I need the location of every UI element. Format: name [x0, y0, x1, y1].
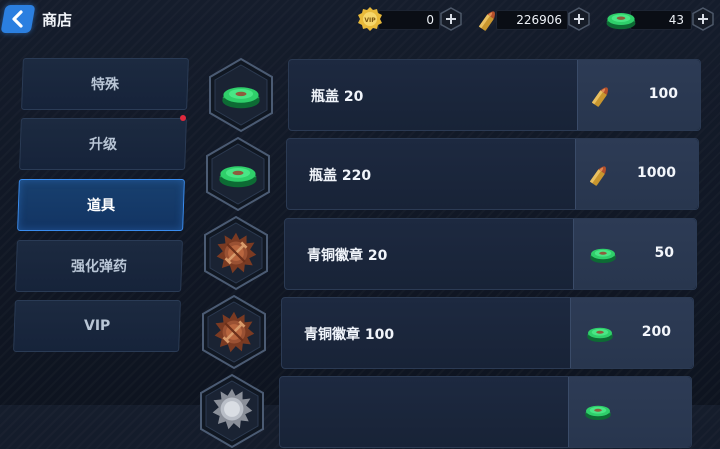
menu-item-label: 道具	[87, 198, 115, 214]
menu-item-label: VIP	[83, 318, 111, 334]
item-icon-frame	[198, 373, 266, 449]
menu-item-upgrade[interactable]: 升级	[19, 118, 187, 170]
plus-icon	[692, 7, 714, 31]
vip-coin-value: 0	[426, 13, 434, 27]
shop-item-row[interactable]: 瓶盖 20 100	[288, 59, 701, 131]
add-bullets-button[interactable]	[568, 7, 590, 31]
bottle-cap-icon	[588, 242, 618, 266]
price-button[interactable]	[568, 377, 691, 447]
item-price: 200	[641, 324, 671, 340]
shop-item-row[interactable]: 瓶盖 220 1000	[286, 138, 699, 210]
menu-item-label: 特殊	[91, 77, 119, 93]
bronze-badge-icon	[214, 231, 258, 275]
svg-text:VIP: VIP	[364, 17, 376, 24]
currency-vip-coin: VIP 0	[356, 6, 466, 32]
item-name: 瓶盖 220	[309, 168, 372, 184]
item-name: 瓶盖 20	[311, 89, 364, 105]
menu-item-items[interactable]: 道具	[17, 179, 185, 231]
menu-item-enhanced-ammo[interactable]: 强化弹药	[15, 240, 183, 292]
currency-bullets: 226906	[478, 6, 596, 32]
item-icon-frame	[202, 215, 270, 291]
bronze-badge-icon	[212, 310, 256, 354]
item-price: 1000	[637, 165, 676, 181]
currency-bottle-caps: 43	[604, 6, 720, 32]
shop-item-row[interactable]: 青铜徽章 20 50	[284, 218, 697, 290]
bottle-caps-value: 43	[668, 13, 684, 27]
item-icon-frame	[204, 136, 272, 212]
menu-item-special[interactable]: 特殊	[21, 58, 189, 110]
price-button[interactable]: 100	[577, 60, 700, 130]
bullets-value: 226906	[516, 13, 562, 27]
add-bottle-caps-button[interactable]	[692, 7, 714, 31]
menu-item-label: 强化弹药	[71, 259, 127, 275]
back-button[interactable]	[0, 5, 36, 33]
item-price: 50	[654, 245, 674, 261]
bullet-icon	[478, 4, 500, 34]
bottle-cap-icon	[585, 321, 615, 345]
shop-item-row[interactable]: 青铜徽章 100 200	[281, 297, 694, 369]
price-button[interactable]: 1000	[575, 139, 698, 209]
silver-badge-icon	[210, 387, 254, 431]
bottle-cap-icon	[604, 6, 638, 32]
item-icon-frame	[207, 57, 275, 133]
item-icon-frame	[200, 294, 268, 370]
bullet-icon	[590, 159, 610, 189]
bottle-cap-icon	[216, 157, 260, 191]
plus-icon	[440, 7, 462, 31]
menu-item-vip[interactable]: VIP	[13, 300, 181, 352]
item-price: 100	[648, 86, 678, 102]
add-vip-coin-button[interactable]	[440, 7, 462, 31]
price-button[interactable]: 200	[570, 298, 693, 368]
bullet-icon	[592, 80, 612, 110]
price-button[interactable]: 50	[573, 219, 696, 289]
page-title: 商店	[42, 11, 73, 29]
vip-coin-icon: VIP	[358, 7, 382, 31]
item-name: 青铜徽章 100	[304, 327, 395, 343]
plus-icon	[568, 7, 590, 31]
item-name: 青铜徽章 20	[307, 248, 388, 264]
bottle-cap-icon	[583, 399, 613, 423]
menu-item-label: 升级	[89, 137, 117, 153]
bottle-cap-icon	[219, 78, 263, 112]
shop-item-row[interactable]	[279, 376, 692, 448]
notification-badge	[180, 115, 186, 121]
top-bar: 商店 VIP 0 226906 43	[0, 0, 720, 40]
back-arrow-icon	[12, 10, 23, 28]
